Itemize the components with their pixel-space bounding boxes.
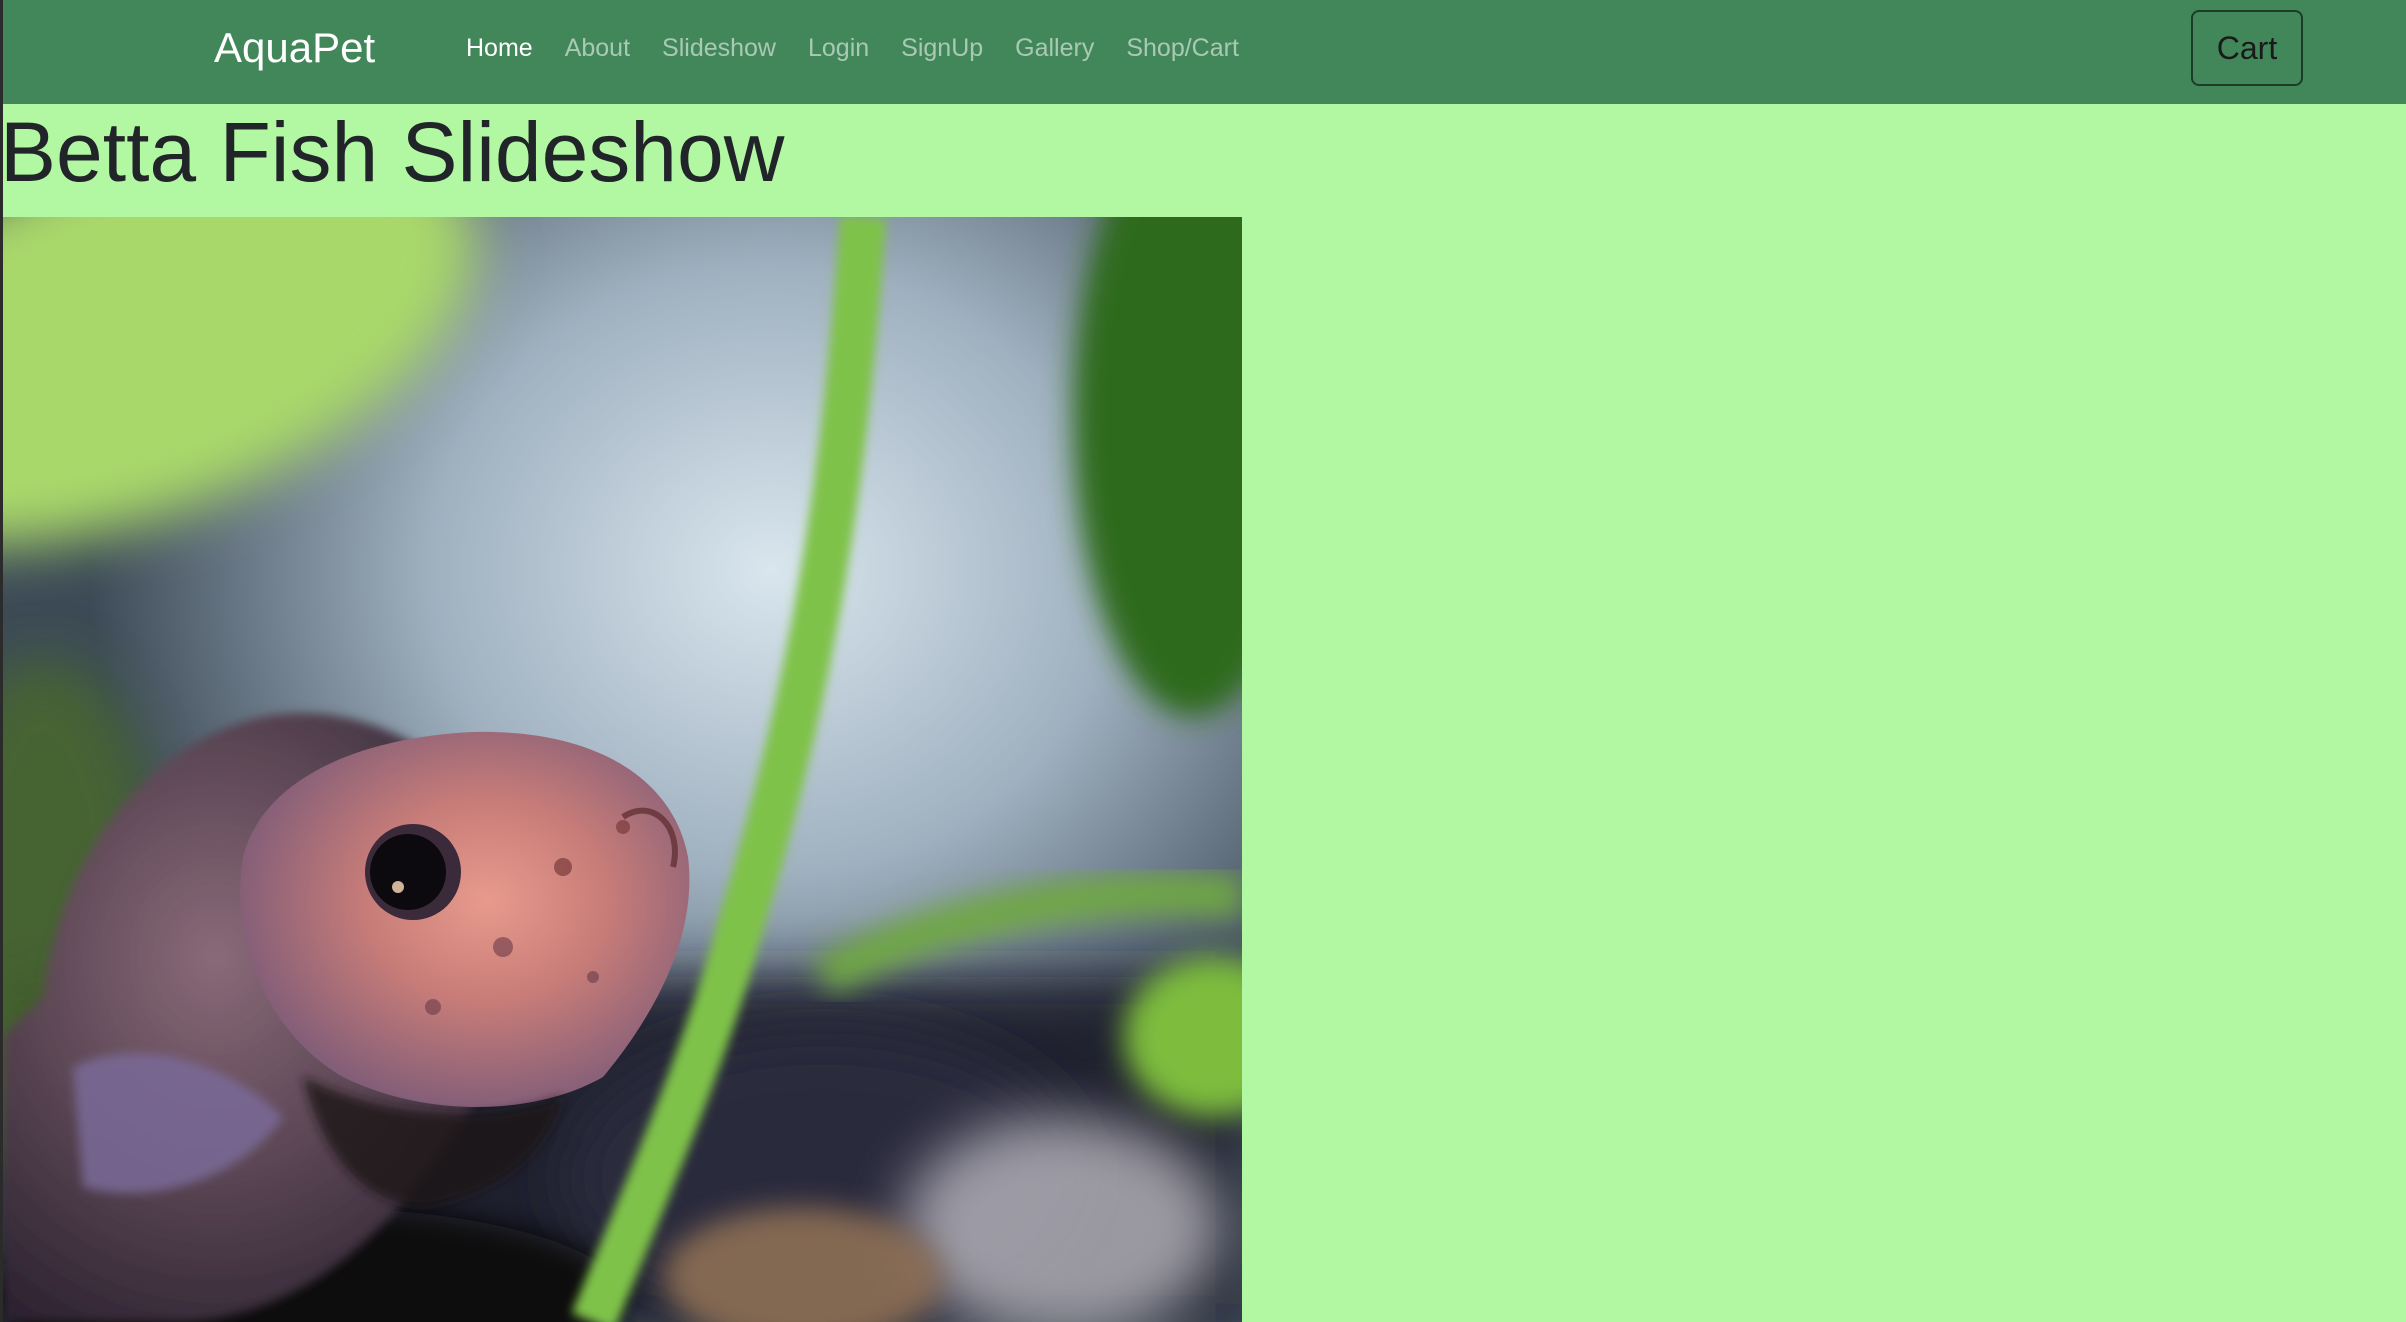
nav-link-home[interactable]: Home <box>450 30 549 66</box>
window-left-edge <box>0 0 3 1322</box>
nav-links: Home About Slideshow Login SignUp Galler… <box>450 30 1255 66</box>
nav-link-slideshow[interactable]: Slideshow <box>646 30 792 66</box>
page-title: Betta Fish Slideshow <box>0 105 785 199</box>
slide-image-betta-fish <box>3 217 1242 1322</box>
cart-button[interactable]: Cart <box>2191 10 2303 86</box>
nav-link-login[interactable]: Login <box>792 30 885 66</box>
slideshow[interactable] <box>3 217 1242 1322</box>
nav-link-shop-cart[interactable]: Shop/Cart <box>1110 30 1255 66</box>
brand-logo[interactable]: AquaPet <box>214 24 375 72</box>
nav-link-about[interactable]: About <box>549 30 646 66</box>
navbar: AquaPet Home About Slideshow Login SignU… <box>0 0 2406 104</box>
nav-link-gallery[interactable]: Gallery <box>999 30 1110 66</box>
nav-link-signup[interactable]: SignUp <box>885 30 999 66</box>
